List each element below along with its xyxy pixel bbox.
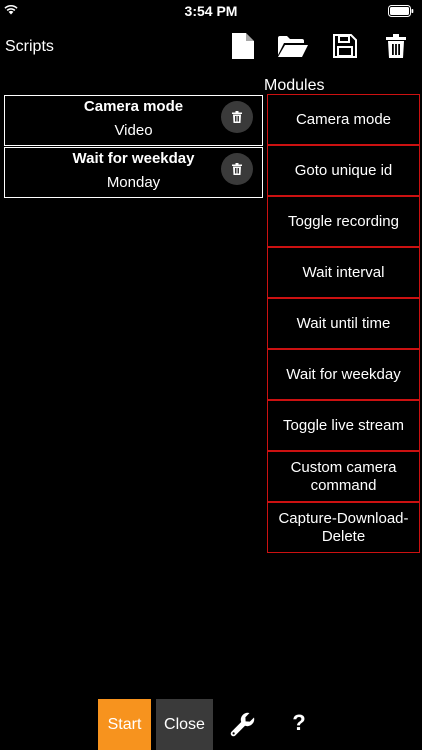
script-item-camera-mode[interactable]: Camera mode Video bbox=[4, 95, 263, 146]
module-camera-mode[interactable]: Camera mode bbox=[267, 94, 420, 145]
module-wait-interval[interactable]: Wait interval bbox=[267, 247, 420, 298]
open-script-button[interactable] bbox=[277, 32, 309, 60]
trash-icon bbox=[232, 111, 242, 123]
start-button[interactable]: Start bbox=[98, 699, 151, 750]
close-button[interactable]: Close bbox=[156, 699, 213, 750]
script-item-wait-for-weekday[interactable]: Wait for weekday Monday bbox=[4, 147, 263, 198]
battery-icon bbox=[388, 5, 414, 17]
module-toggle-recording[interactable]: Toggle recording bbox=[267, 196, 420, 247]
script-list: Camera mode Video Wait for weekday Monda… bbox=[4, 95, 263, 199]
module-capture-download-delete[interactable]: Capture-Download-Delete bbox=[267, 502, 420, 553]
modules-title: Modules bbox=[264, 77, 325, 94]
module-custom-camera-command[interactable]: Custom camera command bbox=[267, 451, 420, 502]
save-icon bbox=[333, 34, 357, 58]
remove-step-button[interactable] bbox=[221, 153, 253, 185]
open-folder-icon bbox=[278, 36, 308, 57]
trash-icon bbox=[232, 163, 242, 175]
page-title: Scripts bbox=[5, 38, 54, 55]
help-button[interactable]: ? bbox=[286, 708, 312, 738]
module-goto-unique-id[interactable]: Goto unique id bbox=[267, 145, 420, 196]
module-toggle-live-stream[interactable]: Toggle live stream bbox=[267, 400, 420, 451]
new-file-icon bbox=[232, 33, 254, 59]
status-bar: 3:54 PM bbox=[0, 0, 422, 22]
wrench-icon bbox=[230, 712, 255, 737]
status-time: 3:54 PM bbox=[184, 3, 238, 19]
remove-step-button[interactable] bbox=[221, 101, 253, 133]
module-list: Camera mode Goto unique id Toggle record… bbox=[267, 94, 420, 553]
module-wait-until-time[interactable]: Wait until time bbox=[267, 298, 420, 349]
module-wait-for-weekday[interactable]: Wait for weekday bbox=[267, 349, 420, 400]
delete-script-button[interactable] bbox=[381, 32, 411, 60]
trash-icon bbox=[386, 34, 406, 58]
save-script-button[interactable] bbox=[330, 32, 360, 60]
settings-button[interactable] bbox=[229, 710, 257, 738]
new-script-button[interactable] bbox=[228, 32, 258, 60]
